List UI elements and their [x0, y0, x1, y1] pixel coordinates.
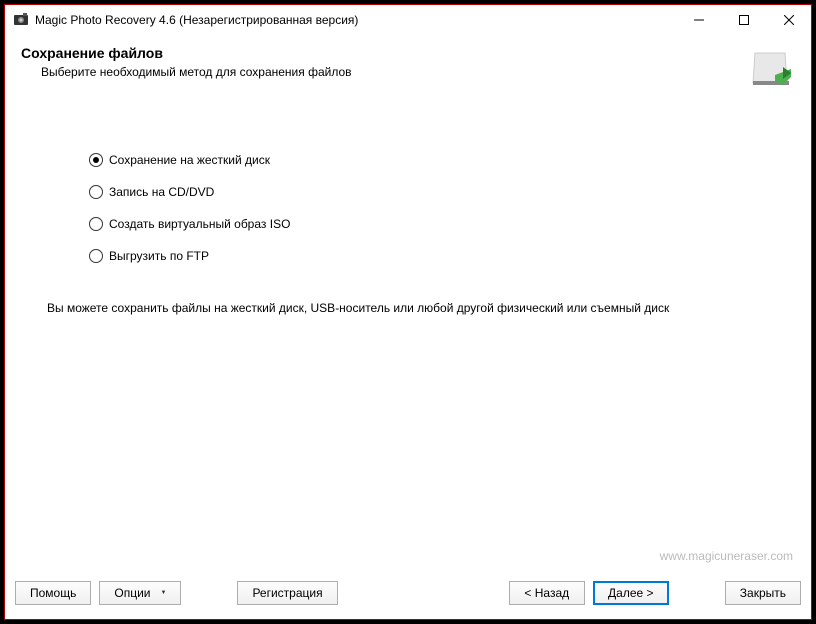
close-wizard-button[interactable]: Закрыть [725, 581, 801, 605]
app-icon [13, 12, 29, 28]
radio-label: Сохранение на жесткий диск [109, 153, 270, 167]
radio-label: Создать виртуальный образ ISO [109, 217, 290, 231]
page-subtitle: Выберите необходимый метод для сохранени… [41, 65, 747, 79]
option-description: Вы можете сохранить файлы на жесткий дис… [17, 281, 799, 315]
radio-icon [89, 185, 103, 199]
app-window: Magic Photo Recovery 4.6 (Незарегистриро… [4, 4, 812, 620]
back-button[interactable]: < Назад [509, 581, 585, 605]
radio-create-iso[interactable]: Создать виртуальный образ ISO [89, 217, 799, 231]
radio-icon [89, 153, 103, 167]
next-button[interactable]: Далее > [593, 581, 669, 605]
window-controls [676, 5, 811, 35]
radio-label: Запись на CD/DVD [109, 185, 214, 199]
titlebar: Magic Photo Recovery 4.6 (Незарегистриро… [5, 5, 811, 35]
radio-icon [89, 217, 103, 231]
maximize-button[interactable] [721, 5, 766, 35]
minimize-button[interactable] [676, 5, 721, 35]
help-button[interactable]: Помощь [15, 581, 91, 605]
page-header: Сохранение файлов Выберите необходимый м… [17, 35, 799, 93]
register-button[interactable]: Регистрация [237, 581, 337, 605]
radio-burn-cd[interactable]: Запись на CD/DVD [89, 185, 799, 199]
window-title: Magic Photo Recovery 4.6 (Незарегистриро… [35, 13, 676, 27]
watermark-link[interactable]: www.magicuneraser.com [17, 549, 799, 563]
close-button[interactable] [766, 5, 811, 35]
save-options: Сохранение на жесткий диск Запись на CD/… [17, 93, 799, 281]
radio-upload-ftp[interactable]: Выгрузить по FTP [89, 249, 799, 263]
save-disk-icon [747, 45, 795, 93]
button-bar: Помощь Опции Регистрация < Назад Далее >… [5, 569, 811, 619]
options-button[interactable]: Опции [99, 581, 181, 605]
page-title: Сохранение файлов [21, 45, 747, 61]
radio-icon [89, 249, 103, 263]
radio-label: Выгрузить по FTP [109, 249, 209, 263]
radio-save-hdd[interactable]: Сохранение на жесткий диск [89, 153, 799, 167]
content-area: Сохранение файлов Выберите необходимый м… [5, 35, 811, 569]
